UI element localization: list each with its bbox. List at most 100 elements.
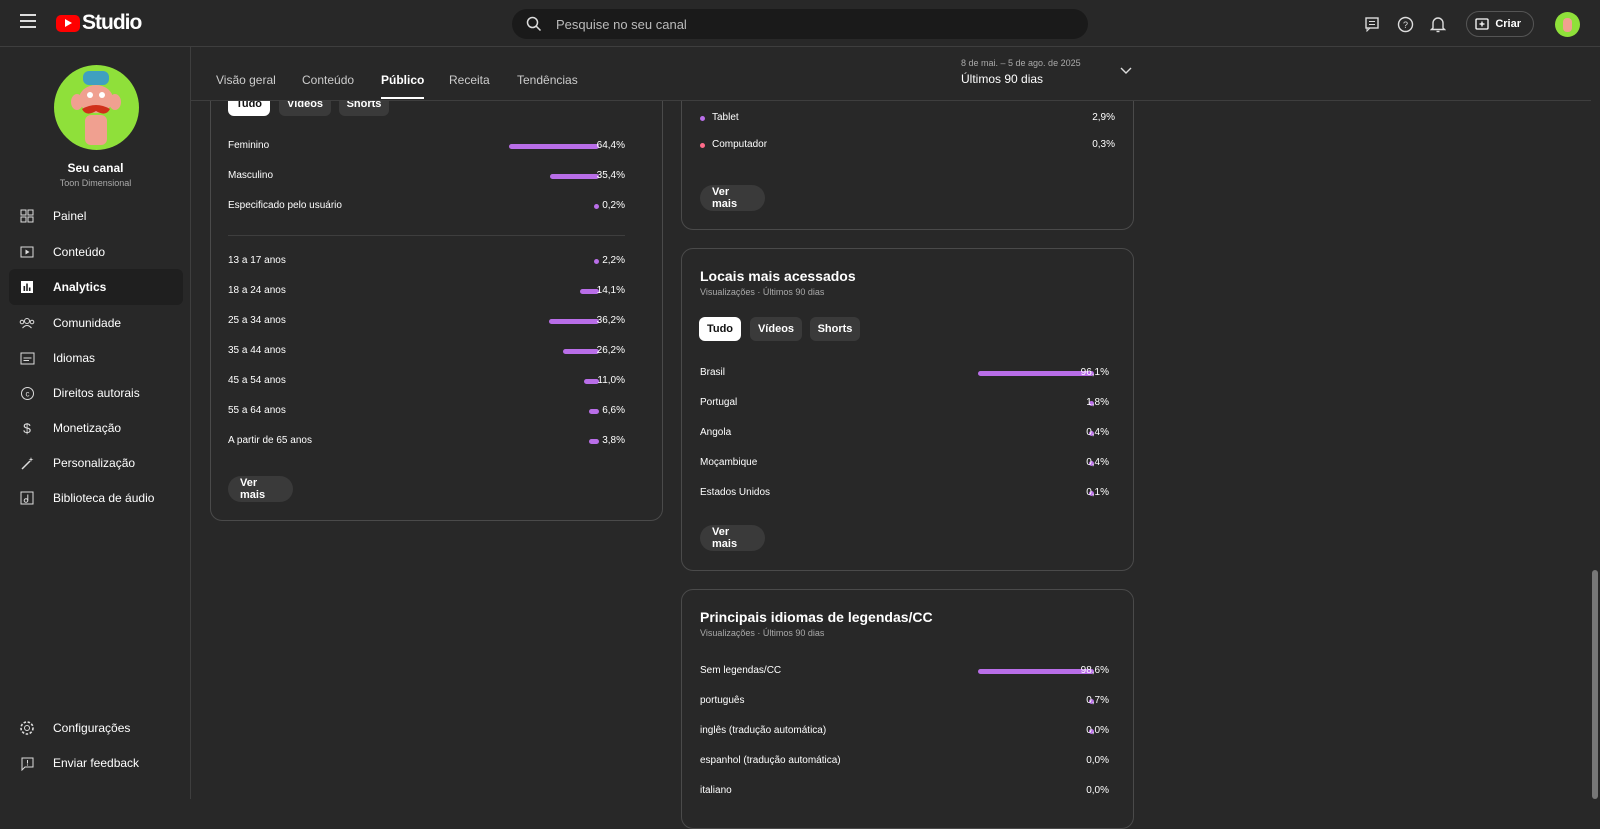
row-percent: 2,2% bbox=[602, 255, 625, 266]
card-subtitle: Visualizações · Últimos 90 dias bbox=[700, 287, 825, 297]
scrollbar[interactable] bbox=[1592, 570, 1598, 799]
date-range-picker[interactable]: 8 de mai. – 5 de ago. de 2025 Últimos 90… bbox=[961, 58, 1081, 86]
row-label: italiano bbox=[700, 785, 732, 796]
card-title: Locais mais acessados bbox=[700, 268, 856, 284]
add-video-icon bbox=[1475, 18, 1489, 30]
list-item: Estados Unidos 0,1% bbox=[700, 485, 1109, 501]
legend-dot bbox=[700, 143, 705, 148]
row-percent: 0,4% bbox=[1086, 427, 1109, 438]
create-button[interactable]: Criar bbox=[1466, 11, 1534, 37]
row-percent: 0,1% bbox=[1086, 487, 1109, 498]
sidebar-item-label: Analytics bbox=[53, 280, 107, 294]
list-item: 25 a 34 anos 36,2% bbox=[228, 313, 625, 329]
sidebar-item-label: Biblioteca de áudio bbox=[53, 491, 155, 505]
filter-label: Shorts bbox=[817, 323, 853, 335]
help-icon[interactable]: ? bbox=[1394, 13, 1416, 35]
row-label: Computador bbox=[712, 139, 768, 150]
messages-icon[interactable] bbox=[1361, 13, 1383, 35]
ver-mais-button[interactable]: Ver mais bbox=[700, 185, 765, 211]
dot-mark bbox=[594, 204, 599, 209]
chevron-down-icon[interactable] bbox=[1120, 67, 1132, 75]
menu-icon[interactable] bbox=[20, 14, 36, 30]
filter-label: Vídeos bbox=[757, 323, 795, 335]
row-percent: 0,4% bbox=[1086, 457, 1109, 468]
sidebar-item-idiomas[interactable]: Idiomas bbox=[9, 340, 183, 376]
list-item: Feminino 64,4% bbox=[228, 138, 625, 154]
search-input[interactable] bbox=[556, 16, 1036, 32]
date-range-label: Últimos 90 dias bbox=[961, 72, 1044, 86]
sidebar-item-analytics[interactable]: Analytics bbox=[9, 269, 183, 305]
row-label: Masculino bbox=[228, 170, 274, 181]
logo-text: Studio bbox=[82, 11, 142, 34]
search-bar[interactable] bbox=[512, 9, 1088, 39]
row-label: 18 a 24 anos bbox=[228, 285, 286, 296]
list-item: italiano 0,0% bbox=[700, 783, 1109, 799]
row-percent: 36,2% bbox=[596, 315, 625, 326]
row-percent: 0,0% bbox=[1086, 785, 1109, 796]
feedback-icon bbox=[19, 755, 35, 771]
row-label: Tablet bbox=[712, 112, 739, 123]
row-label: Especificado pelo usuário bbox=[228, 200, 342, 211]
row-label: 25 a 34 anos bbox=[228, 315, 286, 326]
svg-text:?: ? bbox=[1403, 20, 1408, 30]
analytics-icon bbox=[19, 279, 35, 295]
studio-logo[interactable]: Studio bbox=[56, 11, 142, 35]
bar-mark bbox=[549, 174, 599, 179]
sidebar-item-configuracoes[interactable]: Configurações bbox=[9, 710, 183, 746]
sidebar-item-conteudo[interactable]: Conteúdo bbox=[9, 234, 183, 270]
channel-avatar[interactable] bbox=[54, 65, 139, 150]
sidebar-item-comunidade[interactable]: Comunidade bbox=[9, 305, 183, 341]
sidebar-item-enviar-feedback[interactable]: Enviar feedback bbox=[9, 745, 183, 781]
tab-receita[interactable]: Receita bbox=[449, 73, 490, 87]
filter-videos[interactable]: Vídeos bbox=[750, 317, 802, 341]
list-item: 18 a 24 anos 14,1% bbox=[228, 283, 625, 299]
account-avatar[interactable] bbox=[1555, 11, 1580, 37]
svg-text:c: c bbox=[25, 389, 29, 398]
row-percent: 11,0% bbox=[597, 375, 625, 386]
tab-publico[interactable]: Público bbox=[381, 73, 425, 99]
tab-visao-geral[interactable]: Visão geral bbox=[216, 73, 276, 87]
filter-tudo[interactable]: Tudo bbox=[699, 317, 741, 341]
row-percent: 35,4% bbox=[596, 170, 625, 181]
ver-mais-button[interactable]: Ver mais bbox=[228, 476, 293, 502]
sidebar-item-biblioteca-de-audio[interactable]: Biblioteca de áudio bbox=[9, 480, 183, 516]
sidebar-item-monetizacao[interactable]: $ Monetização bbox=[9, 410, 183, 446]
sidebar-item-direitos-autorais[interactable]: c Direitos autorais bbox=[9, 375, 183, 411]
subtitle-languages-card: Principais idiomas de legendas/CC Visual… bbox=[681, 589, 1134, 829]
list-item: A partir de 65 anos 3,8% bbox=[228, 433, 625, 449]
channel-subtitle: Toon Dimensional bbox=[59, 178, 132, 188]
row-label: Feminino bbox=[228, 140, 270, 151]
list-item: Angola 0,4% bbox=[700, 425, 1109, 441]
dollar-icon: $ bbox=[19, 420, 35, 436]
list-item: Portugal 1,8% bbox=[700, 395, 1109, 411]
row-label: Brasil bbox=[700, 367, 726, 378]
sidebar-item-personalizacao[interactable]: Personalização bbox=[9, 445, 183, 481]
analytics-tabs: Visão geral Conteúdo Público Receita Ten… bbox=[191, 47, 1591, 101]
list-item: 13 a 17 anos 2,2% bbox=[228, 253, 625, 269]
bar-mark bbox=[589, 409, 599, 414]
tab-tendencias[interactable]: Tendências bbox=[517, 73, 578, 87]
row-percent: 0,3% bbox=[1092, 139, 1115, 150]
row-label: 45 a 54 anos bbox=[228, 375, 286, 386]
notifications-icon[interactable] bbox=[1427, 13, 1449, 35]
row-label: 13 a 17 anos bbox=[228, 255, 286, 266]
divider bbox=[228, 235, 625, 236]
sidebar-item-label: Personalização bbox=[53, 456, 136, 470]
row-label: português bbox=[700, 695, 745, 706]
row-label: espanhol (tradução automática) bbox=[700, 755, 841, 766]
list-item: 35 a 44 anos 26,2% bbox=[228, 343, 625, 359]
tab-conteudo[interactable]: Conteúdo bbox=[302, 73, 354, 87]
ver-mais-button[interactable]: Ver mais bbox=[700, 525, 765, 551]
gender-age-card: Tudo Vídeos Shorts Feminino 64,4% Masculin… bbox=[210, 70, 663, 521]
card-subtitle: Visualizações · Últimos 90 dias bbox=[700, 628, 825, 638]
row-label: Sem legendas/CC bbox=[700, 665, 782, 676]
row-label: A partir de 65 anos bbox=[228, 435, 312, 446]
subtitles-icon bbox=[19, 350, 35, 366]
row-label: inglês (tradução automática) bbox=[700, 725, 827, 736]
create-label: Criar bbox=[1495, 18, 1521, 30]
filter-shorts[interactable]: Shorts bbox=[810, 317, 860, 341]
sidebar-item-painel[interactable]: Painel bbox=[9, 198, 183, 234]
list-item: 45 a 54 anos 11,0% bbox=[228, 373, 625, 389]
svg-text:$: $ bbox=[23, 420, 31, 436]
row-percent: 14,1% bbox=[596, 285, 625, 296]
